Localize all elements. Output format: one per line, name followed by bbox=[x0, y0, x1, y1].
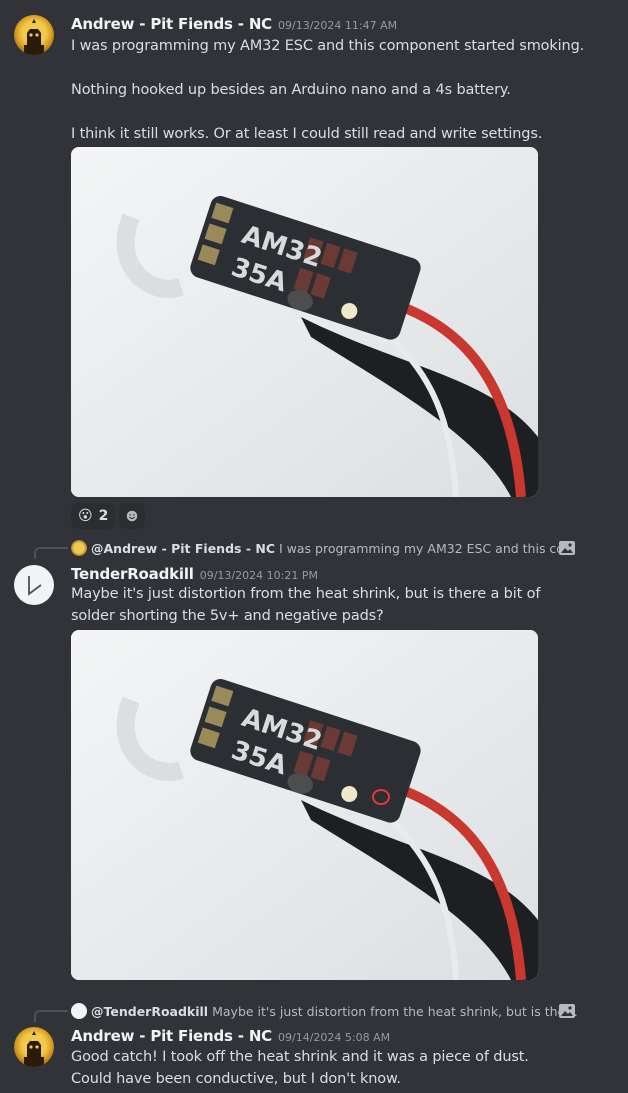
reply-mention[interactable]: @Andrew - Pit Fiends - NC bbox=[91, 541, 275, 556]
message-text: I was programming my AM32 ESC and this c… bbox=[71, 38, 585, 54]
andrew-avatar-icon bbox=[24, 1031, 44, 1067]
timestamp: 09/13/2024 10:21 PM bbox=[199, 569, 318, 582]
esc-photo-annotated-image: AM32 35A bbox=[71, 630, 538, 980]
avatar-tenderroadkill[interactable] bbox=[14, 565, 54, 605]
reaction-count: 2 bbox=[98, 508, 109, 524]
reply-preview: Maybe it's just distortion from the heat… bbox=[212, 1003, 581, 1019]
message-text: Nothing hooked up besides an Arduino nan… bbox=[71, 82, 511, 98]
reply-preview: I was programming my AM32 ESC and this c… bbox=[279, 540, 581, 556]
timestamp: 09/13/2024 11:47 AM bbox=[278, 19, 398, 32]
play-triangle-icon bbox=[28, 576, 42, 596]
reply-avatar-tenderroadkill bbox=[71, 1003, 87, 1019]
message-2: @Andrew - Pit Fiends - NC I was programm… bbox=[0, 538, 628, 988]
image-attachment[interactable]: AM32 35A bbox=[71, 147, 538, 497]
reply-reference[interactable]: @TenderRoadkill Maybe it's just distorti… bbox=[71, 1002, 581, 1020]
username[interactable]: Andrew - Pit Fiends - NC bbox=[71, 1027, 272, 1045]
reply-spine bbox=[34, 547, 68, 559]
message-content: I was programming my AM32 ESC and this c… bbox=[71, 35, 591, 145]
andrew-avatar-icon bbox=[24, 19, 44, 55]
reply-spine bbox=[34, 1010, 68, 1022]
message-header: TenderRoadkill 09/13/2024 10:21 PM bbox=[71, 564, 318, 583]
message-text: Maybe it's just distortion from the heat… bbox=[71, 586, 541, 624]
esc-photo-image: AM32 35A bbox=[71, 147, 538, 497]
username[interactable]: Andrew - Pit Fiends - NC bbox=[71, 15, 272, 33]
message-text: Good catch! I took off the heat shrink a… bbox=[71, 1049, 529, 1087]
reply-mention[interactable]: @TenderRoadkill bbox=[91, 1004, 208, 1019]
reaction-surprised[interactable]: 😮 2 bbox=[71, 503, 116, 529]
message-content: Good catch! I took off the heat shrink a… bbox=[71, 1046, 561, 1090]
reaction-emoji: 😮 bbox=[78, 508, 93, 524]
avatar-andrew[interactable] bbox=[14, 15, 54, 55]
smiley-face-icon bbox=[127, 510, 138, 522]
message-text: I think it still works. Or at least I co… bbox=[71, 126, 543, 142]
reply-avatar-andrew bbox=[71, 540, 87, 556]
message-content: Maybe it's just distortion from the heat… bbox=[71, 583, 571, 627]
add-reaction-button[interactable] bbox=[119, 503, 146, 529]
message-header: Andrew - Pit Fiends - NC 09/14/2024 5:08 … bbox=[71, 1026, 390, 1045]
message-1: Andrew - Pit Fiends - NC 09/13/2024 11:47… bbox=[0, 0, 628, 540]
reply-reference[interactable]: @Andrew - Pit Fiends - NC I was programm… bbox=[71, 539, 581, 557]
reactions: 😮 2 bbox=[71, 503, 146, 529]
image-attachment[interactable]: AM32 35A bbox=[71, 630, 538, 980]
image-icon bbox=[559, 1004, 575, 1018]
message-header: Andrew - Pit Fiends - NC 09/13/2024 11:47… bbox=[71, 14, 397, 33]
username[interactable]: TenderRoadkill bbox=[71, 565, 194, 583]
image-icon bbox=[559, 541, 575, 555]
timestamp: 09/14/2024 5:08 AM bbox=[278, 1031, 391, 1044]
message-3: @TenderRoadkill Maybe it's just distorti… bbox=[0, 1001, 628, 1093]
avatar-andrew[interactable] bbox=[14, 1027, 54, 1067]
